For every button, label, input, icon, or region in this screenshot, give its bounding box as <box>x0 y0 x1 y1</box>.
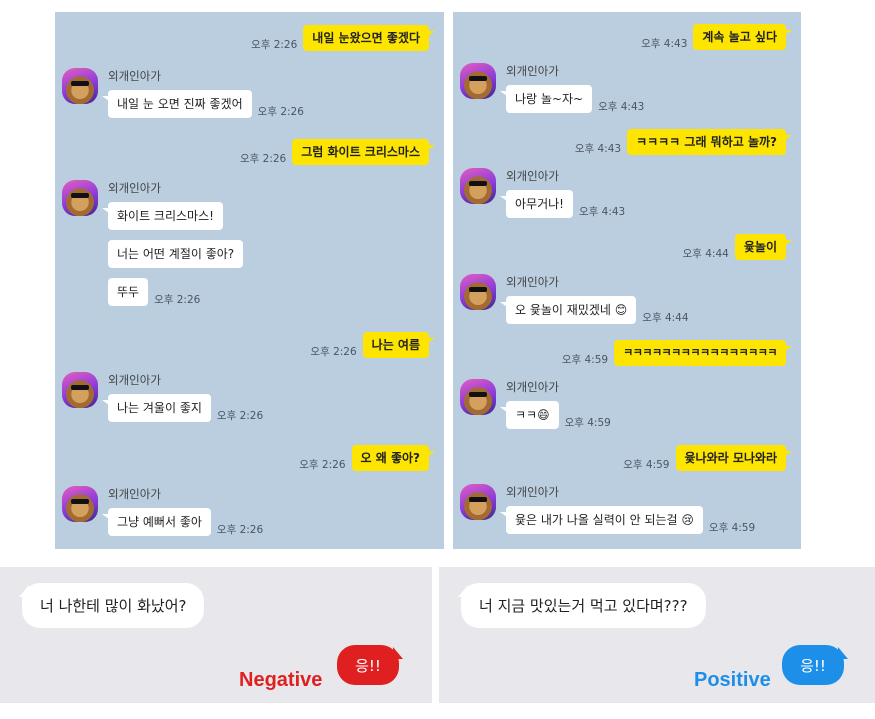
my-message-row: 오후 2:26 그럼 화이트 크리스마스 <box>239 139 435 165</box>
my-message-bubble[interactable]: ㅋㅋㅋㅋ 그래 뭐하고 놀까? <box>627 129 792 155</box>
message-time: 오후 4:59 <box>708 522 756 534</box>
message-time: 오후 2:26 <box>216 410 264 422</box>
other-message-group: 외개인아가 아무거나! 오후 4:43 <box>460 168 625 228</box>
my-message-row: 오후 4:44 윷놀이 <box>682 234 793 260</box>
my-message-row: 오후 2:26 오 왜 좋아? <box>299 445 436 471</box>
question-bubble[interactable]: 너 지금 맛있는거 먹고 있다며??? <box>458 583 706 628</box>
my-message-row: 오후 2:26 나는 여름 <box>310 332 436 358</box>
other-message-group: 외개인아가 윷은 내가 나올 실력이 안 되는걸 😢 오후 4:59 <box>460 484 755 544</box>
chat-panel-right[interactable]: 오후 4:43 계속 놀고 싶다 외개인아가 나랑 놀~자~ 오후 4:43 오… <box>453 12 801 549</box>
sender-name: 외개인아가 <box>506 169 559 183</box>
dog-with-sunglasses-avatar-icon[interactable] <box>460 63 496 99</box>
message-time: 오후 4:43 <box>578 206 626 218</box>
sender-name: 외개인아가 <box>108 181 161 195</box>
my-message-row: 오후 2:26 내일 눈왔으면 좋겠다 <box>251 25 435 51</box>
sender-name: 외개인아가 <box>506 64 559 78</box>
dog-with-sunglasses-avatar-icon[interactable] <box>62 180 98 216</box>
question-bubble[interactable]: 너 나한테 많이 화났어? <box>18 583 205 628</box>
message-time: 오후 2:26 <box>257 106 304 118</box>
my-message-bubble[interactable]: ㅋㅋㅋㅋㅋㅋㅋㅋㅋㅋㅋㅋㅋㅋㅋㅋ <box>614 340 792 366</box>
sentiment-example-positive: 너 지금 맛있는거 먹고 있다며??? Positive 응!! <box>439 567 875 703</box>
my-message-row: 오후 4:43 계속 놀고 싶다 <box>641 24 792 50</box>
my-message-bubble[interactable]: 나는 여름 <box>362 332 436 358</box>
message-time: 오후 2:26 <box>251 39 298 51</box>
message-time: 오후 4:59 <box>564 417 611 429</box>
other-message-bubble[interactable]: 나랑 놀~자~ <box>499 85 593 113</box>
my-message-bubble[interactable]: 오 왜 좋아? <box>351 445 436 471</box>
dog-with-sunglasses-avatar-icon[interactable] <box>460 484 496 520</box>
message-time: 오후 2:26 <box>216 524 264 536</box>
other-message-bubble[interactable]: 윷은 내가 나올 실력이 안 되는걸 😢 <box>500 506 703 534</box>
message-time: 오후 4:44 <box>642 312 689 324</box>
sender-name: 외개인아가 <box>108 373 161 387</box>
dog-with-sunglasses-avatar-icon[interactable] <box>62 68 98 104</box>
other-message-bubble[interactable]: 아무거나! <box>500 190 573 218</box>
other-message-group: 외개인아가 ㅋㅋ😄 오후 4:59 <box>460 379 611 439</box>
answer-bubble[interactable]: 응!! <box>782 645 848 685</box>
message-time: 오후 2:26 <box>310 346 357 358</box>
dog-with-sunglasses-avatar-icon[interactable] <box>62 486 98 522</box>
other-message-bubble[interactable]: ㅋㅋ😄 <box>500 401 559 429</box>
message-time: 오후 4:43 <box>574 143 622 155</box>
dog-with-sunglasses-avatar-icon[interactable] <box>460 274 496 310</box>
sentiment-label: Positive <box>694 669 771 691</box>
sender-name: 외개인아가 <box>506 380 559 394</box>
message-time: 오후 2:26 <box>299 459 346 471</box>
other-message-bubble[interactable]: 너는 어떤 계절이 좋아? <box>108 240 244 268</box>
other-message-bubble[interactable]: 오 윷놀이 재밌겠네 😊 <box>499 296 637 324</box>
other-message-group: 외개인아가 오 윷놀이 재밌겠네 😊 오후 4:44 <box>460 274 689 334</box>
dog-with-sunglasses-avatar-icon[interactable] <box>460 379 496 415</box>
other-message-group: 외개인아가 나는 겨울이 좋지 오후 2:26 <box>62 372 263 432</box>
my-message-bubble[interactable]: 윷놀이 <box>734 234 793 260</box>
other-message-group: 외개인아가 화이트 크리스마스! 너는 어떤 계절이 좋아? 뚜두 오후 2:2… <box>62 180 244 316</box>
my-message-row: 오후 4:59 ㅋㅋㅋㅋㅋㅋㅋㅋㅋㅋㅋㅋㅋㅋㅋㅋ <box>561 340 792 366</box>
message-time: 오후 4:43 <box>598 101 645 113</box>
other-message-bubble[interactable]: 그냥 예뻐서 좋아 <box>102 508 211 536</box>
other-message-bubble[interactable]: 나는 겨울이 좋지 <box>102 394 211 422</box>
answer-bubble[interactable]: 응!! <box>337 645 403 685</box>
sender-name: 외개인아가 <box>108 69 161 83</box>
other-message-bubble[interactable]: 화이트 크리스마스! <box>102 202 223 230</box>
my-message-row: 오후 4:59 윷나와라 모나와라 <box>623 445 792 471</box>
other-message-bubble[interactable]: 뚜두 <box>108 278 149 306</box>
my-message-bubble[interactable]: 윷나와라 모나와라 <box>675 445 792 471</box>
message-time: 오후 4:59 <box>623 459 670 471</box>
message-time: 오후 4:44 <box>682 248 729 260</box>
my-message-bubble[interactable]: 그럼 화이트 크리스마스 <box>292 139 435 165</box>
dog-with-sunglasses-avatar-icon[interactable] <box>460 168 496 204</box>
other-message-group: 외개인아가 나랑 놀~자~ 오후 4:43 <box>460 63 644 123</box>
sender-name: 외개인아가 <box>506 485 559 499</box>
sentiment-example-negative: 너 나한테 많이 화났어? Negative 응!! <box>0 567 432 703</box>
sentiment-label: Negative <box>239 669 323 691</box>
message-time: 오후 4:43 <box>641 38 688 50</box>
sender-name: 외개인아가 <box>108 487 161 501</box>
other-message-group: 외개인아가 그냥 예뻐서 좋아 오후 2:26 <box>62 486 263 546</box>
other-message-bubble[interactable]: 내일 눈 오면 진짜 좋겠어 <box>102 90 252 118</box>
other-message-group: 외개인아가 내일 눈 오면 진짜 좋겠어 오후 2:26 <box>62 68 304 128</box>
message-time: 오후 4:59 <box>561 354 609 366</box>
chat-panel-left[interactable]: 오후 2:26 내일 눈왔으면 좋겠다 외개인아가 내일 눈 오면 진짜 좋겠어… <box>55 12 444 549</box>
my-message-bubble[interactable]: 내일 눈왔으면 좋겠다 <box>303 25 435 51</box>
my-message-bubble[interactable]: 계속 놀고 싶다 <box>693 24 792 50</box>
dog-with-sunglasses-avatar-icon[interactable] <box>62 372 98 408</box>
message-time: 오후 2:26 <box>239 153 287 165</box>
sender-name: 외개인아가 <box>506 275 559 289</box>
my-message-row: 오후 4:43 ㅋㅋㅋㅋ 그래 뭐하고 놀까? <box>574 129 792 155</box>
message-time: 오후 2:26 <box>154 294 201 306</box>
